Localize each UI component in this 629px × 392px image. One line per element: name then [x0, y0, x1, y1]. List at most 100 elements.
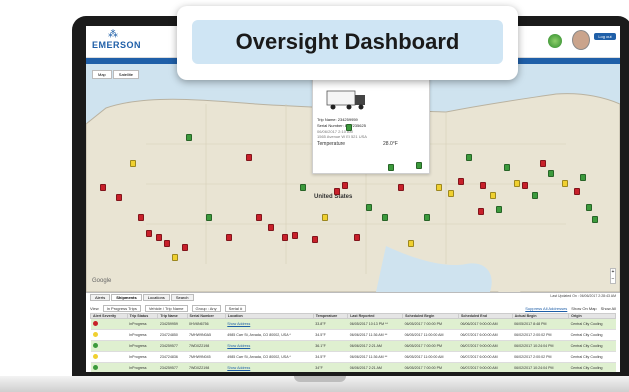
avatar[interactable] [572, 30, 590, 50]
table-row[interactable]: InProgress 234259577 7WD0Z2198 Show Address… [90, 340, 616, 352]
trip-info-popup: Trip Name: 234259959 Serial Number: 8HV2… [312, 76, 430, 174]
table-row[interactable]: InProgress 234259577 7WD0Z2198 Show Address… [90, 362, 616, 372]
map-attribution: Google [92, 278, 112, 284]
map-marker-green[interactable] [496, 206, 502, 213]
logout-button[interactable]: Log out [594, 33, 616, 40]
table-cell: InProgress [127, 318, 158, 330]
map-marker-green[interactable] [532, 192, 538, 199]
tab-search[interactable]: Search [170, 294, 194, 301]
suppress-addresses-link[interactable]: Suppress All Addresses [525, 306, 567, 311]
map-marker-green[interactable] [416, 162, 422, 169]
group-select[interactable]: Group : Any [191, 304, 221, 312]
map-marker-red[interactable] [156, 234, 162, 241]
map-marker-red[interactable] [116, 194, 122, 201]
location-cell[interactable]: Show Address [225, 362, 314, 372]
map-marker-red[interactable] [246, 154, 252, 161]
globe-icon[interactable] [548, 34, 562, 48]
map-marker-red[interactable] [522, 182, 528, 189]
map-marker-yellow[interactable] [172, 254, 178, 261]
map-marker-red[interactable] [146, 230, 152, 237]
map-marker-yellow[interactable] [322, 214, 328, 221]
map-marker-green[interactable] [388, 164, 394, 171]
map-marker-red[interactable] [398, 184, 404, 191]
tab-alerts[interactable]: Alerts [90, 294, 111, 301]
table-cell: 06/02/2017 2:00:02 PM [512, 351, 569, 363]
map-marker-red[interactable] [226, 234, 232, 241]
map-marker-yellow[interactable] [436, 184, 442, 191]
map-marker-red[interactable] [292, 232, 298, 239]
map-marker-red[interactable] [164, 240, 170, 247]
table-cell: 06/06/2017 11:36 AM ** [347, 329, 403, 341]
map-marker-green[interactable] [186, 134, 192, 141]
severity-cell [90, 318, 128, 330]
map-marker-green[interactable] [548, 170, 554, 177]
map-marker-red[interactable] [138, 214, 144, 221]
overlay-title: Oversight Dashboard [235, 29, 460, 54]
show-on-map-toggle[interactable]: Show On Map [571, 306, 596, 311]
country-label: United States [314, 194, 353, 200]
map-marker-red[interactable] [268, 224, 274, 231]
map-marker-red[interactable] [480, 182, 486, 189]
status-select[interactable]: In Progress Trips [102, 304, 141, 312]
laptop-notch [294, 376, 346, 382]
table-row[interactable]: InProgress 234724850 7MHW9N0A5 4985 Carr St… [90, 329, 616, 341]
map-marker-red[interactable] [256, 214, 262, 221]
map-marker-green[interactable] [206, 214, 212, 221]
logo-text: EMERSON [92, 40, 142, 50]
map-marker-green[interactable] [366, 204, 372, 211]
map-marker-yellow[interactable] [490, 192, 496, 199]
show-all-toggle[interactable]: Show All [601, 306, 616, 311]
zoom-in-button[interactable]: + [611, 269, 615, 276]
map-marker-yellow[interactable] [514, 180, 520, 187]
map-marker-red[interactable] [540, 160, 546, 167]
map-marker-green[interactable] [504, 164, 510, 171]
map-tab-satellite[interactable]: Satellite [112, 70, 140, 79]
map-marker-green[interactable] [346, 124, 352, 131]
map-marker-yellow[interactable] [408, 240, 414, 247]
logo-mark-icon: ⁂ [108, 29, 118, 40]
tab-locations[interactable]: Locations [142, 294, 170, 301]
map-marker-red[interactable] [478, 208, 484, 215]
map-marker-red[interactable] [342, 182, 348, 189]
laptop-base [0, 376, 629, 392]
map-marker-green[interactable] [300, 184, 306, 191]
table-cell: 06/05/2017 11:00:00 AM [402, 351, 459, 363]
map-marker-red[interactable] [354, 234, 360, 241]
map-marker-green[interactable] [580, 174, 586, 181]
severity-cell [90, 362, 128, 372]
map-marker-red[interactable] [312, 236, 318, 243]
table-row[interactable]: InProgress 234724836 7MHW9N045 4985 Carr St… [90, 351, 616, 363]
location-cell[interactable]: Show Address [225, 340, 314, 352]
map-marker-yellow[interactable] [448, 190, 454, 197]
table-cell: 06/02/2017 10:24:04 PM [512, 362, 569, 372]
map-tab-map[interactable]: Map [92, 70, 112, 79]
table-row[interactable]: InProgress 234259959 0HV6N6756 Show Address… [90, 318, 616, 330]
severity-icon [92, 321, 98, 326]
tab-shipments[interactable]: Shipments [111, 294, 142, 301]
map-marker-green[interactable] [592, 216, 598, 223]
location-cell[interactable]: Show Address [225, 318, 314, 330]
map-view[interactable]: Map Satellite Trip Name: 234259959 Seria… [86, 64, 620, 292]
table-cell: 234259577 [157, 362, 188, 372]
map-type-tabs: Map Satellite [92, 70, 140, 79]
map-marker-green[interactable] [424, 214, 430, 221]
map-marker-yellow[interactable] [130, 160, 136, 167]
serial-select[interactable]: Serial # [224, 304, 247, 312]
map-marker-red[interactable] [458, 178, 464, 185]
map-marker-red[interactable] [282, 234, 288, 241]
map-marker-red[interactable] [100, 184, 106, 191]
table-body: InProgress 234259959 0HV6N6756 Show Address… [90, 318, 616, 372]
map-marker-green[interactable] [466, 154, 472, 161]
emerson-logo[interactable]: ⁂ EMERSON [92, 29, 152, 51]
zoom-control[interactable]: + − [610, 268, 616, 284]
zoom-out-button[interactable]: − [611, 276, 615, 283]
map-marker-red[interactable] [182, 244, 188, 251]
vehicle-select[interactable]: Vehicle / Trip Name [144, 304, 188, 312]
map-marker-green[interactable] [586, 204, 592, 211]
map-marker-yellow[interactable] [562, 180, 568, 187]
last-updated: Last Updated On : 06/06/2017 2:28:43 AM [550, 294, 616, 298]
table-cell: 06/06/2017 9:00:00 AM [458, 318, 513, 330]
map-marker-green[interactable] [382, 214, 388, 221]
map-marker-red[interactable] [334, 188, 340, 195]
map-marker-red[interactable] [574, 188, 580, 195]
